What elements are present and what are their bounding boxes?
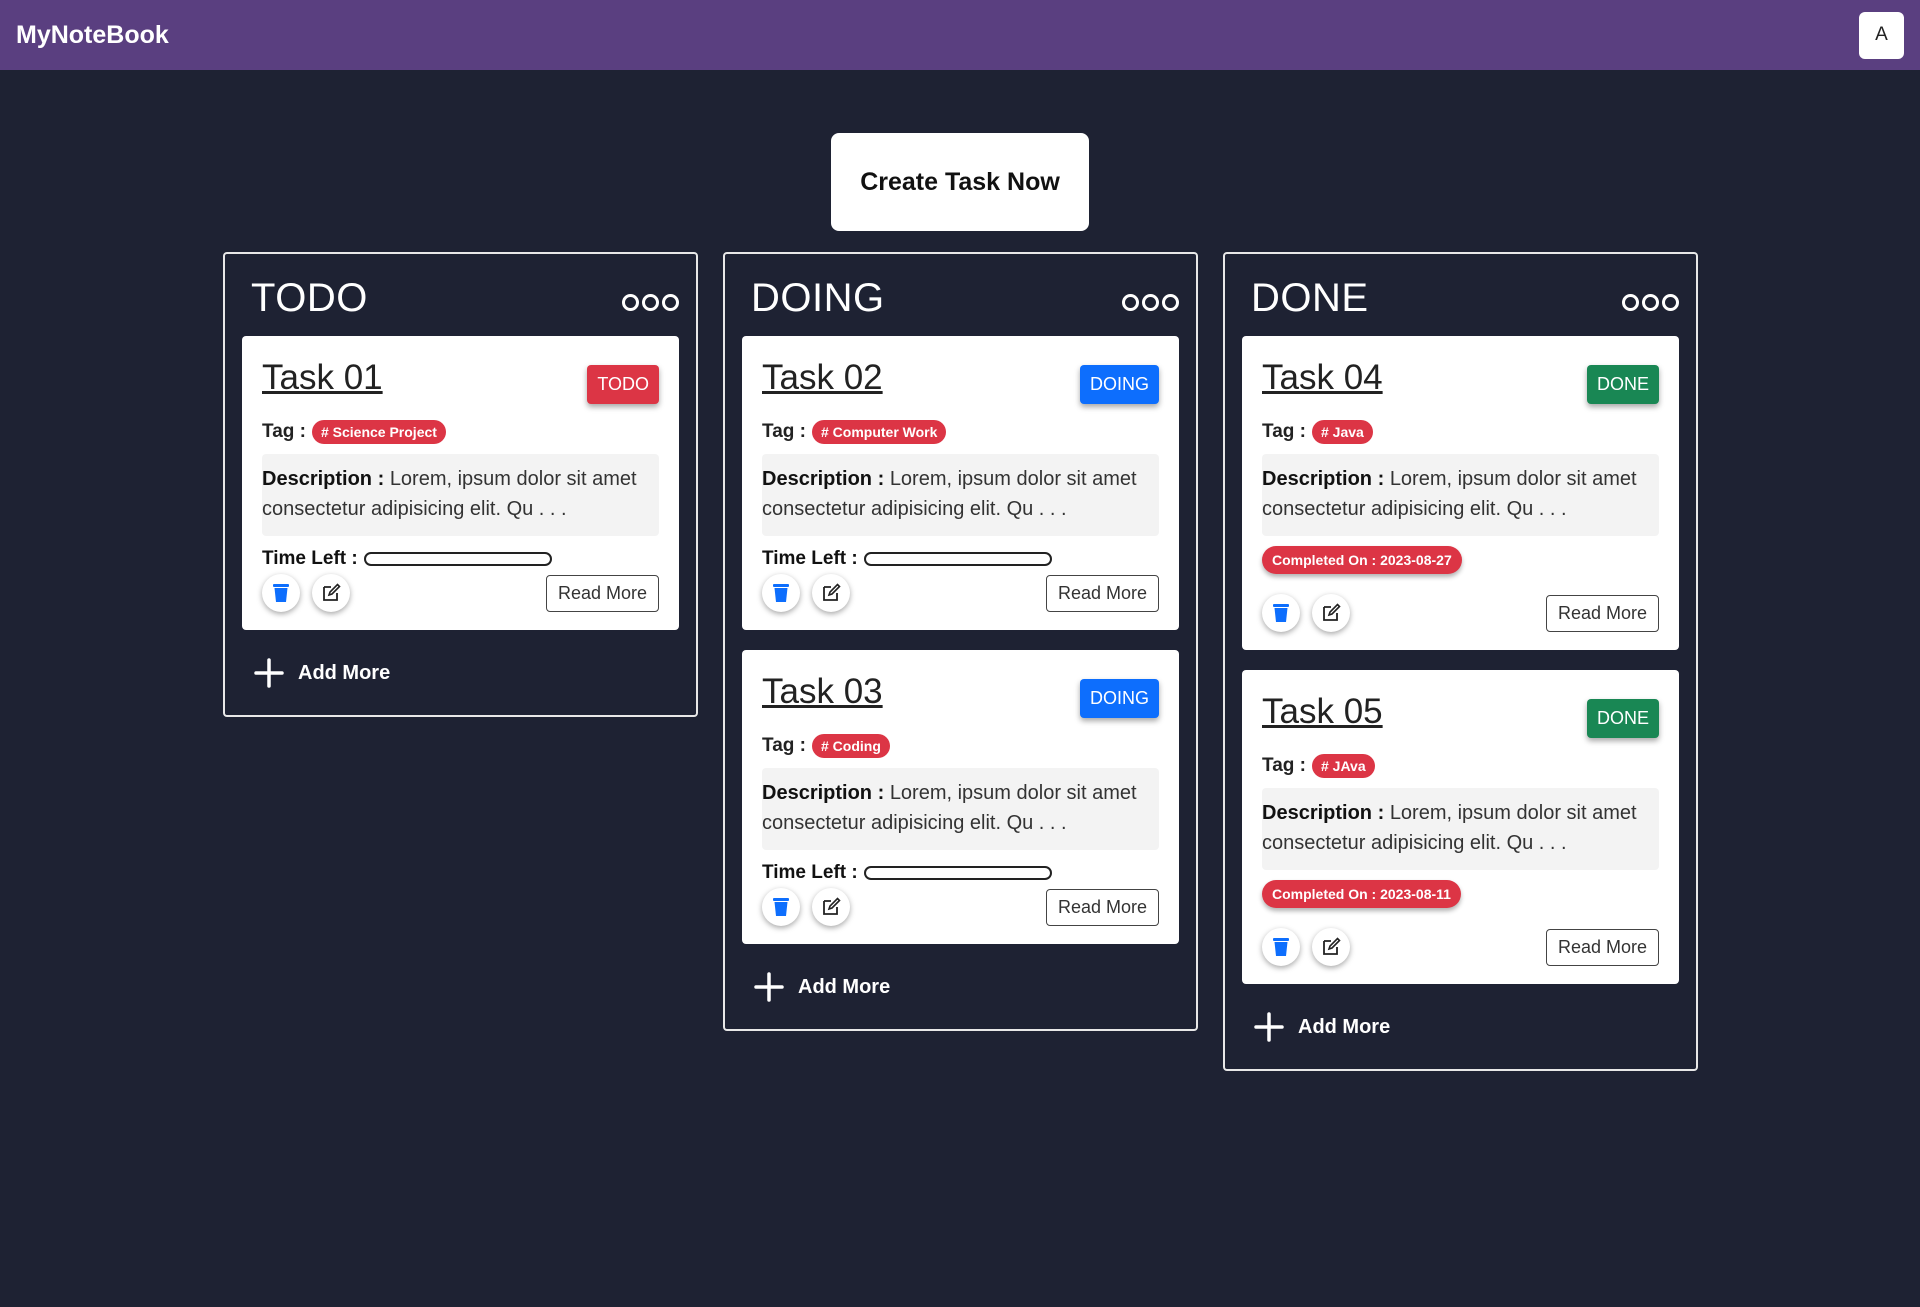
time-left-label: Time Left :: [262, 548, 358, 569]
tag-label: Tag :: [262, 421, 306, 442]
three-dots-icon[interactable]: [1122, 293, 1179, 311]
task-title[interactable]: Task 01: [262, 358, 383, 398]
edit-button[interactable]: [1312, 594, 1350, 632]
column-header: DOING: [742, 254, 1179, 336]
tag-label: Tag :: [762, 421, 806, 442]
plus-icon: [254, 658, 284, 688]
task-card: Task 04 DONE Tag : # Java Description : …: [1242, 336, 1679, 650]
trash-icon: [773, 898, 789, 916]
read-more-button[interactable]: Read More: [1045, 888, 1159, 926]
column-todo: TODO Task 01 TODO Tag : # Science Projec…: [223, 252, 698, 717]
description: Description : Lorem, ipsum dolor sit ame…: [1262, 454, 1659, 536]
tag-pill: # JAva: [1311, 754, 1375, 778]
trash-icon: [773, 584, 789, 602]
trash-icon: [273, 584, 289, 602]
add-more-label: Add More: [798, 975, 891, 998]
status-badge: TODO: [587, 365, 659, 404]
status-badge: DOING: [1079, 365, 1159, 404]
column-doing: DOING Task 02 DOING Tag : # Computer Wor…: [723, 252, 1198, 1031]
read-more-button[interactable]: Read More: [545, 574, 659, 612]
task-card: Task 03 DOING Tag : # Coding Description…: [742, 650, 1179, 944]
navbar: MyNoteBook A: [0, 0, 1920, 70]
delete-button[interactable]: [762, 888, 800, 926]
status-badge: DONE: [1586, 699, 1659, 738]
three-dots-icon[interactable]: [1622, 293, 1679, 311]
column-title: DONE: [1251, 275, 1369, 320]
add-more-button[interactable]: Add More: [742, 964, 1179, 1029]
description-label: Description :: [1262, 802, 1385, 824]
time-left-label: Time Left :: [762, 548, 858, 569]
tag-pill: # Computer Work: [811, 420, 947, 444]
three-dots-icon[interactable]: [622, 293, 679, 311]
read-more-button[interactable]: Read More: [1545, 928, 1659, 966]
add-more-button[interactable]: Add More: [1242, 1004, 1679, 1069]
description-label: Description :: [1262, 468, 1385, 490]
add-more-label: Add More: [298, 661, 391, 684]
completed-date-badge: Completed On : 2023-08-27: [1262, 546, 1462, 574]
status-badge: DOING: [1079, 679, 1159, 718]
completed-date-badge: Completed On : 2023-08-11: [1262, 880, 1461, 908]
delete-button[interactable]: [1262, 928, 1300, 966]
description-label: Description :: [762, 468, 885, 490]
tag-pill: # Science Project: [311, 420, 446, 444]
column-done: DONE Task 04 DONE Tag : # Java Descripti…: [1223, 252, 1698, 1071]
description: Description : Lorem, ipsum dolor sit ame…: [1262, 788, 1659, 870]
delete-button[interactable]: [762, 574, 800, 612]
trash-icon: [1273, 604, 1289, 622]
status-badge: DONE: [1586, 365, 1659, 404]
time-left-label: Time Left :: [762, 862, 858, 883]
time-left-progress: [863, 552, 1052, 566]
tag-label: Tag :: [1262, 755, 1306, 776]
time-left-progress: [363, 552, 552, 566]
edit-button[interactable]: [812, 888, 850, 926]
avatar[interactable]: A: [1859, 11, 1904, 59]
description-label: Description :: [262, 468, 385, 490]
time-left-progress: [863, 866, 1052, 880]
plus-icon: [754, 972, 784, 1002]
edit-icon: [823, 897, 841, 915]
tag-label: Tag :: [1262, 421, 1306, 442]
description-label: Description :: [762, 782, 885, 804]
task-title[interactable]: Task 05: [1262, 692, 1383, 732]
tag-pill: # Java: [1311, 420, 1373, 444]
description: Description : Lorem, ipsum dolor sit ame…: [762, 454, 1159, 536]
edit-button[interactable]: [312, 574, 350, 612]
read-more-button[interactable]: Read More: [1045, 574, 1159, 612]
edit-icon: [1323, 937, 1341, 955]
edit-icon: [823, 583, 841, 601]
edit-button[interactable]: [1312, 928, 1350, 966]
description: Description : Lorem, ipsum dolor sit ame…: [762, 768, 1159, 850]
delete-button[interactable]: [1262, 594, 1300, 632]
add-more-label: Add More: [1298, 1015, 1391, 1038]
brand-logo[interactable]: MyNoteBook: [16, 21, 169, 50]
task-card: Task 01 TODO Tag : # Science Project Des…: [242, 336, 679, 630]
task-title[interactable]: Task 03: [762, 672, 883, 712]
task-card: Task 02 DOING Tag : # Computer Work Desc…: [742, 336, 1179, 630]
create-task-button[interactable]: Create Task Now: [831, 133, 1089, 231]
column-title: DOING: [751, 275, 885, 320]
column-header: TODO: [242, 254, 679, 336]
trash-icon: [1273, 938, 1289, 956]
edit-icon: [1323, 603, 1341, 621]
column-title: TODO: [251, 275, 368, 320]
task-title[interactable]: Task 02: [762, 358, 883, 398]
edit-icon: [323, 583, 341, 601]
task-card: Task 05 DONE Tag : # JAva Description : …: [1242, 670, 1679, 984]
delete-button[interactable]: [262, 574, 300, 612]
task-title[interactable]: Task 04: [1262, 358, 1383, 398]
tag-pill: # Coding: [811, 734, 890, 758]
read-more-button[interactable]: Read More: [1545, 594, 1659, 632]
tag-label: Tag :: [762, 735, 806, 756]
add-more-button[interactable]: Add More: [242, 650, 679, 715]
description: Description : Lorem, ipsum dolor sit ame…: [262, 454, 659, 536]
plus-icon: [1254, 1012, 1284, 1042]
edit-button[interactable]: [812, 574, 850, 612]
column-header: DONE: [1242, 254, 1679, 336]
